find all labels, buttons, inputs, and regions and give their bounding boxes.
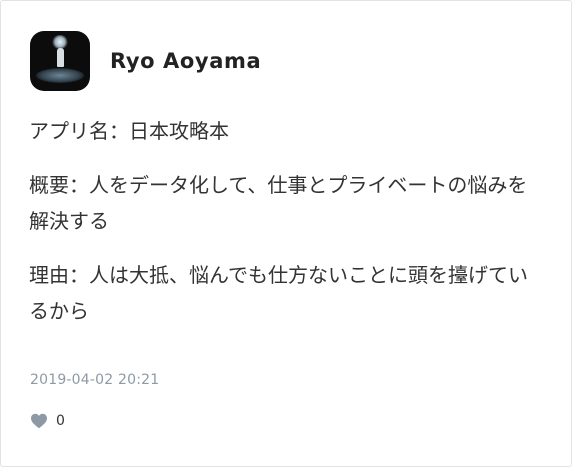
post-body: アプリ名：日本攻略本 概要：人をデータ化して、仕事とプライベートの悩みを解決する… (29, 113, 539, 347)
post-timestamp: 2019-04-02 20:21 (30, 372, 160, 388)
post-header: Ryo Aoyama (30, 31, 261, 91)
avatar-light (52, 35, 68, 49)
post-card: Ryo Aoyama アプリ名：日本攻略本 概要：人をデータ化して、仕事とプライ… (0, 0, 572, 467)
heart-icon (31, 413, 47, 429)
avatar[interactable] (30, 31, 90, 91)
like-count: 0 (56, 413, 65, 429)
author-name[interactable]: Ryo Aoyama (110, 49, 261, 73)
post-paragraph-reason: 理由：人は大抵、悩んでも仕方ないことに頭を擡げているから (29, 263, 528, 323)
like-row: 0 (30, 410, 65, 432)
avatar-floor (36, 68, 84, 83)
avatar-figure (57, 48, 64, 67)
post-paragraph-summary: 概要：人をデータ化して、仕事とプライベートの悩みを解決する (29, 173, 528, 233)
post-paragraph-app-name: アプリ名：日本攻略本 (29, 119, 229, 143)
like-button[interactable] (30, 413, 48, 429)
